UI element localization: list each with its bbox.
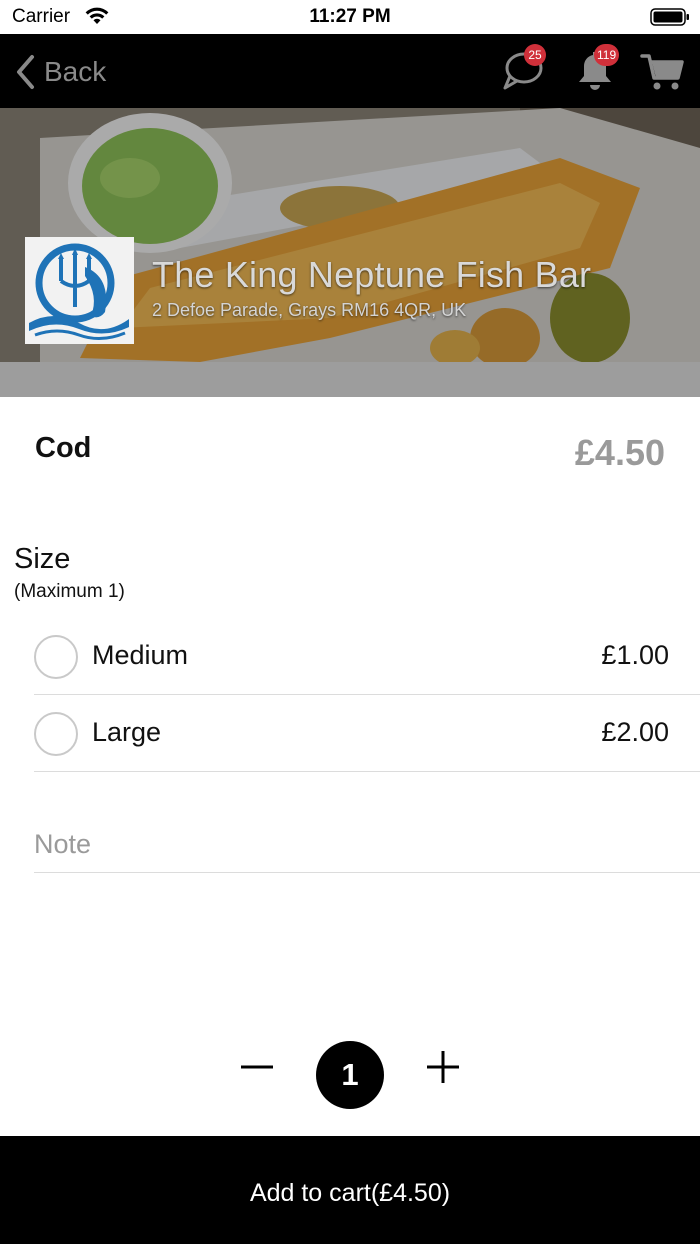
option-group-title: Size: [14, 543, 71, 575]
radio-medium[interactable]: [34, 635, 78, 679]
radio-large[interactable]: [34, 712, 78, 756]
trident-fish-logo-icon: [29, 243, 129, 340]
chat-button[interactable]: 25: [500, 44, 546, 94]
cart-button[interactable]: [640, 48, 686, 94]
back-label: Back: [44, 56, 107, 87]
clock: 11:27 PM: [309, 6, 391, 27]
add-to-cart-button[interactable]: Add to cart(£4.50): [0, 1136, 700, 1244]
status-bar: Carrier 11:27 PM: [0, 0, 700, 34]
banner-divider: [0, 362, 700, 397]
cart-icon: [640, 54, 684, 90]
restaurant-banner: The King Neptune Fish Bar 2 Defoe Parade…: [0, 108, 700, 362]
restaurant-address: 2 Defoe Parade, Grays RM16 4QR, UK: [152, 300, 467, 320]
note-input[interactable]: [34, 796, 700, 873]
quantity-value: 1: [316, 1041, 384, 1109]
nav-bar: Back 25 119: [0, 34, 700, 108]
option-price: £1.00: [601, 640, 669, 670]
back-button[interactable]: Back: [14, 52, 106, 92]
option-row-medium[interactable]: Medium £1.00: [34, 618, 700, 695]
option-row-large[interactable]: Large £2.00: [34, 695, 700, 772]
restaurant-logo: [25, 237, 134, 344]
notifications-button[interactable]: 119: [572, 44, 620, 94]
option-group-limit: (Maximum 1): [14, 581, 125, 602]
notification-badge: 119: [594, 44, 620, 66]
option-label: Large: [92, 717, 162, 747]
chat-badge: 25: [524, 44, 546, 66]
chevron-left-icon: [17, 55, 34, 89]
decrease-quantity-button[interactable]: [236, 1046, 278, 1088]
item-name: Cod: [35, 432, 92, 464]
increase-quantity-button[interactable]: [422, 1046, 464, 1088]
battery-icon: [650, 8, 689, 26]
option-label: Medium: [92, 640, 189, 670]
option-price: £2.00: [601, 717, 669, 747]
restaurant-name: The King Neptune Fish Bar: [152, 254, 592, 295]
item-price: £4.50: [574, 432, 665, 473]
